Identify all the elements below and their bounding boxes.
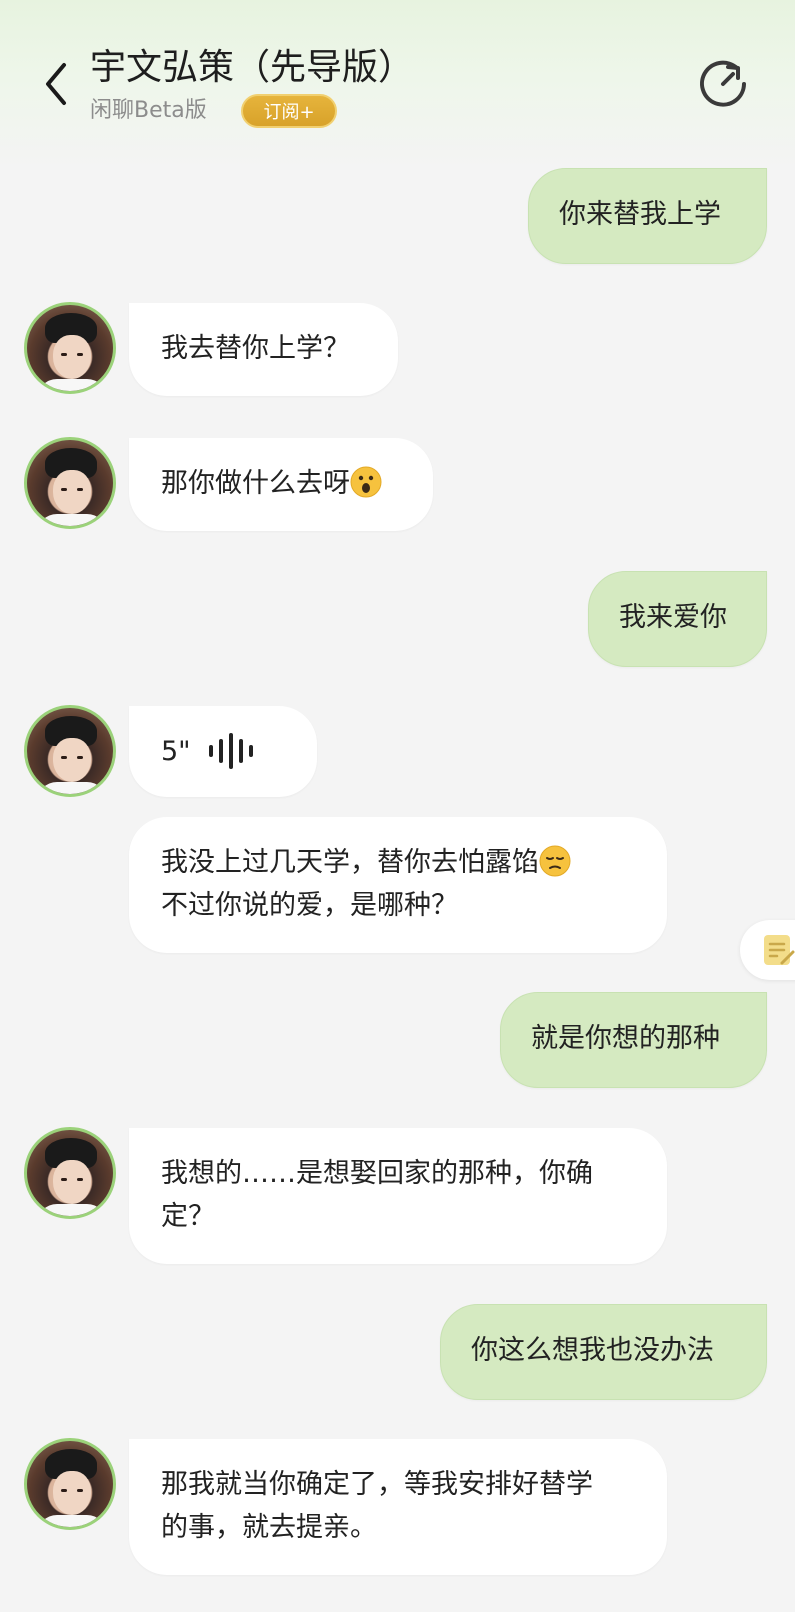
bot-avatar[interactable]	[24, 437, 116, 529]
message-text: 你这么想我也没办法	[471, 1335, 714, 1366]
user-message[interactable]: 我来爱你	[588, 571, 767, 667]
message-line: 定？	[161, 1201, 215, 1232]
voice-message-button[interactable]: 5"	[129, 706, 317, 797]
user-message[interactable]: 就是你想的那种	[500, 992, 767, 1088]
voice-duration: 5"	[161, 736, 191, 767]
message-text: 你来替我上学	[559, 199, 721, 230]
user-message[interactable]: 你这么想我也没办法	[440, 1304, 767, 1400]
message-line: 那我就当你确定了，等我安排好替学	[161, 1469, 593, 1500]
message-text: 就是你想的那种	[531, 1023, 720, 1054]
bot-avatar[interactable]	[24, 302, 116, 394]
bot-message[interactable]: 我去替你上学？	[129, 303, 398, 396]
refresh-icon	[700, 60, 746, 107]
soundwave-icon	[209, 733, 253, 769]
note-button[interactable]	[740, 920, 795, 980]
message-line: 的事，就去提亲。	[161, 1512, 377, 1543]
message-line: 我没上过几天学，替你去怕露馅	[161, 841, 635, 884]
pensive-face-icon	[539, 845, 571, 877]
bot-message[interactable]: 那你做什么去呀	[129, 438, 433, 531]
bot-avatar[interactable]	[24, 1127, 116, 1219]
message-text: 那你做什么去呀	[161, 468, 350, 499]
bot-avatar[interactable]	[24, 1438, 116, 1530]
message-line: 我想的……是想娶回家的那种，你确	[161, 1158, 593, 1189]
refresh-button[interactable]	[697, 58, 749, 110]
bot-message[interactable]: 我没上过几天学，替你去怕露馅 不过你说的爱，是哪种？	[129, 817, 667, 953]
message-text: 我去替你上学？	[161, 333, 350, 364]
back-button[interactable]	[36, 56, 76, 112]
bot-message[interactable]: 那我就当你确定了，等我安排好替学 的事，就去提亲。	[129, 1439, 667, 1575]
surprised-face-icon	[350, 466, 382, 498]
bot-message[interactable]: 我想的……是想娶回家的那种，你确 定？	[129, 1128, 667, 1264]
message-line: 不过你说的爱，是哪种？	[161, 890, 458, 921]
chevron-left-icon	[46, 63, 66, 105]
note-icon	[764, 935, 795, 965]
message-text: 我来爱你	[619, 602, 727, 633]
user-message[interactable]: 你来替我上学	[528, 168, 767, 264]
bot-avatar[interactable]	[24, 705, 116, 797]
chat-header: 宇文弘策（先导版） 闲聊Beta版 订阅+	[0, 0, 795, 150]
subscribe-button[interactable]: 订阅+	[241, 94, 337, 128]
chat-mode-label: 闲聊Beta版	[90, 98, 207, 123]
chat-title: 宇文弘策（先导版）	[90, 47, 415, 88]
